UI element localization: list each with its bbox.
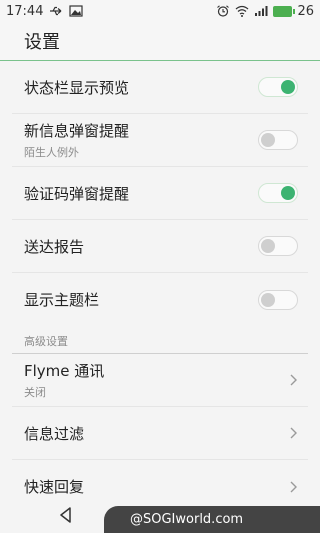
chevron-right-icon (290, 374, 297, 386)
toggle-statusbar-preview[interactable] (258, 77, 298, 97)
wifi-icon (236, 5, 249, 17)
battery-icon (273, 5, 296, 17)
toggle-verification-popup[interactable] (258, 183, 298, 203)
status-bar-right: 26 (216, 4, 320, 19)
setting-row-show-theme-bar[interactable]: 显示主题栏 (12, 273, 308, 326)
settings-list: 状态栏显示预览 新信息弹窗提醒 陌生人例外 验证码弹窗提醒 送达报告 显示主题栏… (0, 61, 320, 513)
setting-label: 验证码弹窗提醒 (24, 184, 130, 203)
toggle-knob (261, 239, 275, 253)
toggle-knob (281, 80, 295, 94)
image-icon (69, 5, 84, 17)
signal-icon (255, 6, 268, 16)
setting-label: 状态栏显示预览 (24, 78, 130, 97)
toggle-new-message-popup[interactable] (258, 130, 298, 150)
battery-level: 26 (297, 3, 314, 19)
status-bar: 17:44 26 (0, 0, 320, 22)
setting-row-delivery-report[interactable]: 送达报告 (12, 220, 308, 273)
setting-row-statusbar-preview[interactable]: 状态栏显示预览 (12, 61, 308, 114)
title-bar: 设置 (0, 22, 320, 61)
status-time: 17:44 (6, 3, 44, 19)
toggle-knob (281, 186, 295, 200)
setting-label: 新信息弹窗提醒 (24, 122, 130, 140)
setting-texts: 显示主题栏 (24, 289, 99, 310)
setting-label: 快速回复 (24, 478, 85, 496)
setting-texts: 新信息弹窗提醒 陌生人例外 (24, 120, 129, 160)
section-header-advanced: 高级设置 (12, 326, 308, 354)
setting-label: Flyme 通讯 (24, 362, 105, 380)
setting-label: 送达报告 (24, 237, 85, 256)
back-icon[interactable] (56, 505, 76, 525)
setting-row-flyme-messaging[interactable]: Flyme 通讯 关闭 (12, 354, 308, 407)
status-bar-left: 17:44 (0, 3, 84, 19)
chevron-right-icon (290, 481, 297, 492)
toggle-delivery-report[interactable] (258, 236, 298, 256)
setting-texts: 验证码弹窗提醒 (24, 183, 129, 204)
setting-label: 信息过滤 (24, 424, 85, 443)
setting-texts: 信息过滤 (24, 423, 84, 444)
setting-texts: 送达报告 (24, 236, 84, 257)
setting-row-verification-popup[interactable]: 验证码弹窗提醒 (12, 167, 308, 220)
toggle-knob (261, 292, 275, 307)
page-title: 设置 (24, 32, 60, 53)
watermark: @SOGIworld.com (104, 506, 320, 533)
setting-sublabel: 陌生人例外 (24, 146, 79, 159)
setting-row-new-message-popup[interactable]: 新信息弹窗提醒 陌生人例外 (12, 114, 308, 167)
setting-texts: 状态栏显示预览 (24, 77, 129, 98)
setting-row-message-filter[interactable]: 信息过滤 (12, 407, 308, 460)
setting-texts: Flyme 通讯 关闭 (24, 360, 104, 400)
setting-label: 显示主题栏 (24, 291, 100, 309)
toggle-knob (261, 133, 275, 147)
setting-texts: 快速回复 (24, 476, 84, 497)
alarm-icon (217, 5, 230, 17)
usb-icon (50, 6, 62, 16)
toggle-show-theme-bar[interactable] (258, 289, 298, 310)
setting-sublabel: 关闭 (24, 386, 46, 399)
chevron-right-icon (290, 427, 297, 439)
